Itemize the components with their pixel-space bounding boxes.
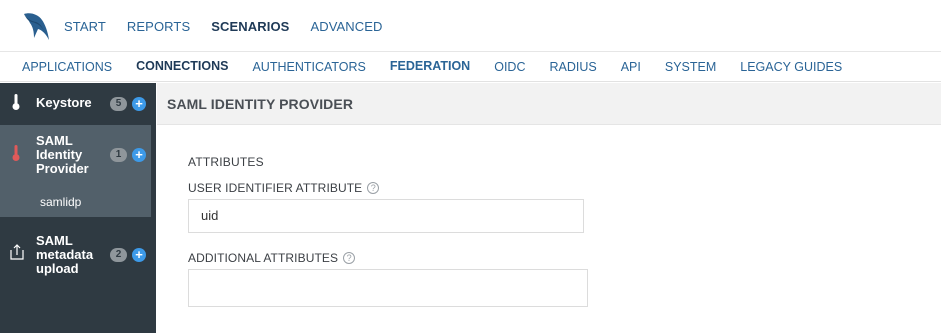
logo-icon[interactable] [22, 10, 52, 42]
top-bar: START REPORTS SCENARIOS ADVANCED [0, 0, 941, 52]
add-keystore-button[interactable]: + [132, 97, 146, 111]
sub-nav-authenticators[interactable]: AUTHENTICATORS [252, 60, 365, 74]
section-title-attributes: ATTRIBUTES [188, 155, 264, 169]
sidebar-item-label: Keystore [36, 95, 92, 110]
page-title: SAML IDENTITY PROVIDER [167, 96, 354, 112]
field-label-text: ADDITIONAL ATTRIBUTES [188, 251, 339, 265]
count-badge: 2 [110, 248, 127, 262]
sub-nav-radius[interactable]: RADIUS [549, 60, 596, 74]
thermometer-icon [12, 145, 20, 161]
sub-nav-federation[interactable]: FEDERATION [390, 59, 470, 73]
additional-attributes-input[interactable] [188, 269, 588, 307]
field-label-text: USER IDENTIFIER ATTRIBUTE [188, 181, 363, 195]
sidebar-item-saml-metadata-upload[interactable]: SAML metadata upload 2 + [0, 232, 156, 280]
top-nav-reports[interactable]: REPORTS [127, 19, 190, 34]
help-icon[interactable]: ? [367, 182, 380, 194]
sidebar-subitem-samlidp[interactable]: samlidp [40, 195, 81, 209]
sub-nav-api[interactable]: API [621, 60, 641, 74]
sidebar-item-label: SAML Identity Provider [36, 133, 89, 176]
sidebar-item-keystore[interactable]: Keystore 5 + [0, 90, 156, 118]
sub-nav-legacy-guides[interactable]: LEGACY GUIDES [740, 60, 842, 74]
sub-nav-oidc[interactable]: OIDC [494, 60, 525, 74]
top-nav: START REPORTS SCENARIOS ADVANCED [64, 0, 404, 52]
count-badge: 1 [110, 148, 127, 162]
sub-nav: APPLICATIONS CONNECTIONS AUTHENTICATORS … [0, 52, 941, 82]
thermometer-icon [12, 94, 20, 110]
add-metadata-button[interactable]: + [132, 248, 146, 262]
upload-icon [10, 244, 24, 260]
sub-nav-applications[interactable]: APPLICATIONS [22, 60, 112, 74]
top-nav-start[interactable]: START [64, 19, 106, 34]
count-badge: 5 [110, 97, 127, 111]
additional-attributes-label: ADDITIONAL ATTRIBUTES ? [188, 251, 356, 265]
main-header: SAML IDENTITY PROVIDER [157, 83, 941, 125]
top-nav-scenarios[interactable]: SCENARIOS [211, 19, 289, 34]
sidebar-item-saml-identity-provider[interactable]: SAML Identity Provider 1 + [0, 132, 156, 180]
help-icon[interactable]: ? [343, 252, 356, 264]
user-identifier-attribute-label: USER IDENTIFIER ATTRIBUTE ? [188, 181, 380, 195]
add-saml-idp-button[interactable]: + [132, 148, 146, 162]
sub-nav-system[interactable]: SYSTEM [665, 60, 716, 74]
user-identifier-attribute-input[interactable]: uid [188, 199, 584, 233]
top-nav-advanced[interactable]: ADVANCED [310, 19, 382, 34]
sidebar-item-label: SAML metadata upload [36, 233, 94, 276]
sub-nav-connections[interactable]: CONNECTIONS [136, 59, 228, 73]
